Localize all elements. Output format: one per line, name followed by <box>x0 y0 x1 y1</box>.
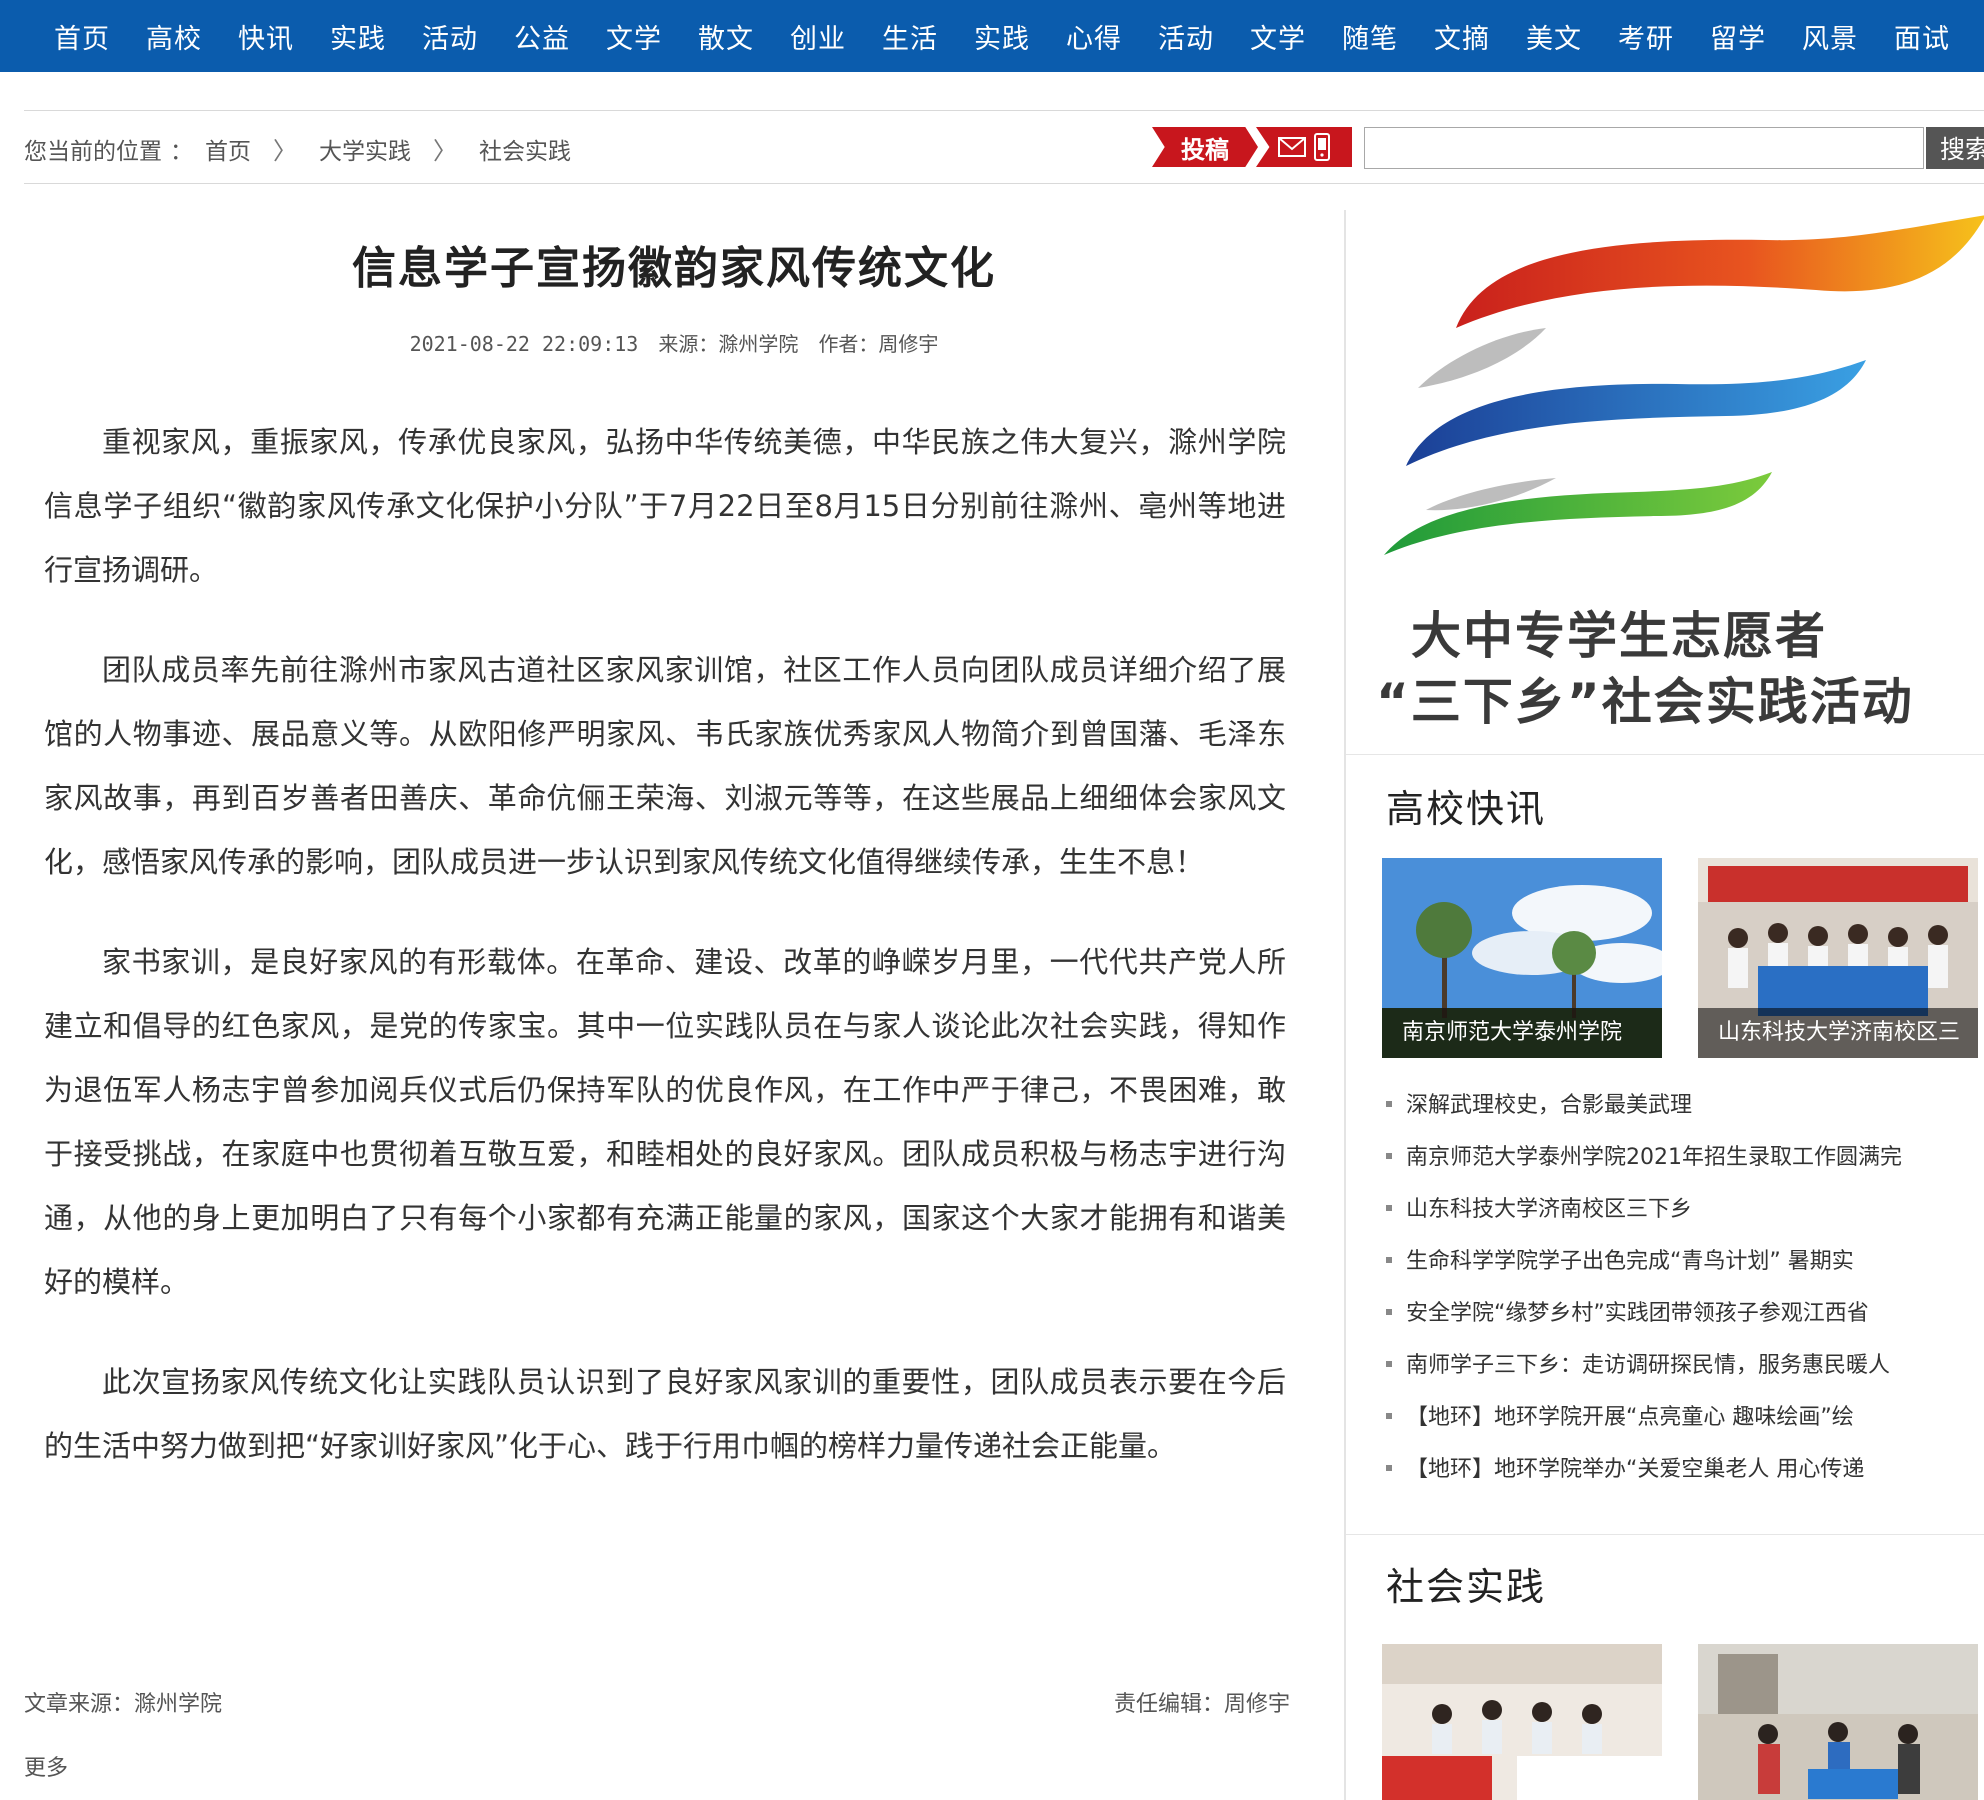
volunteer-banner[interactable]: 大中专学生志愿者 “三下乡”社会实践活动 <box>1346 210 1984 755</box>
news-section-title: 高校快讯 <box>1386 787 1547 831</box>
breadcrumb-college-practice[interactable]: 大学实践 <box>319 132 411 166</box>
breadcrumb-separator: 〉 <box>273 137 297 165</box>
footer-source: 文章来源：滁州学院 <box>24 1692 223 1717</box>
bullet-icon <box>1386 1413 1392 1419</box>
bullet-icon <box>1386 1465 1392 1471</box>
news-list-item[interactable]: 南师学子三下乡：走访调研探民情，服务惠民暖人 <box>1386 1340 1984 1392</box>
article-meta: 2021-08-22 22:09:13 来源：滁州学院 作者：周修宇 <box>24 328 1324 357</box>
submit-article-button[interactable]: 投稿 <box>1152 127 1258 167</box>
nav-item[interactable]: 快讯 <box>238 17 294 56</box>
banner-slogan-line2: “三下乡”社会实践活动 <box>1376 673 1914 731</box>
news-list: 深解武理校史，合影最美武理南京师范大学泰州学院2021年招生录取工作圆满完 山东科… <box>1386 1080 1984 1496</box>
nav-item[interactable]: 美文 <box>1526 17 1582 56</box>
nav-item[interactable]: 心得 <box>1066 17 1122 56</box>
nav-item[interactable]: 公益 <box>514 17 570 56</box>
bullet-icon <box>1386 1101 1392 1107</box>
mail-icon <box>1278 137 1306 157</box>
news-list-item[interactable]: 【地环】地环学院举办“关爱空巢老人 用心传递 <box>1386 1444 1984 1496</box>
news-list-item-label: 山东科技大学济南校区三下乡 <box>1406 1197 1693 1222</box>
nav-item[interactable]: 实践 <box>974 17 1030 56</box>
nav-item[interactable]: 活动 <box>422 17 478 56</box>
nav-item[interactable]: 文摘 <box>1434 17 1490 56</box>
practice-thumb-2[interactable] <box>1698 1644 1978 1800</box>
nav-item[interactable]: 面试 <box>1894 17 1950 56</box>
article-source: 来源：滁州学院 <box>658 332 799 356</box>
breadcrumb-home[interactable]: 首页 <box>205 132 251 166</box>
breadcrumb-prefix: 您当前的位置 <box>24 138 162 165</box>
breadcrumb-social-practice[interactable]: 社会实践 <box>479 132 571 166</box>
nav-item[interactable]: 文学 <box>1250 17 1306 56</box>
more-link[interactable]: 更多 <box>24 1750 68 1782</box>
news-list-item[interactable]: 山东科技大学济南校区三下乡 <box>1386 1184 1984 1236</box>
news-list-item[interactable]: 南京师范大学泰州学院2021年招生录取工作圆满完 <box>1386 1132 1984 1184</box>
news-list-item[interactable]: 【地环】地环学院开展“点亮童心 趣味绘画”绘 <box>1386 1392 1984 1444</box>
banner-logo-graphic <box>1384 215 1984 555</box>
article-author: 作者：周修宇 <box>818 332 939 356</box>
nav-list: 首页 高校 快讯 实践 活动 公益 文学 散文 创业 生活 实践 心得 活动 文学 随笔 文摘 美文 考研 留学 风景… <box>0 0 1984 72</box>
news-list-item-label: 深解武理校史，合影最美武理 <box>1406 1093 1693 1118</box>
banner-slogan-line1: 大中专学生志愿者 <box>1411 607 1827 665</box>
breadcrumb-bar: 您当前的位置 ： 首页 〉 大学实践 〉 社会实践 投稿 搜索 <box>24 110 1984 184</box>
news-list-item-label: 南师学子三下乡：走访调研探民情，服务惠民暖人 <box>1406 1353 1891 1378</box>
search-input[interactable] <box>1364 127 1924 169</box>
nav-item[interactable]: 考研 <box>1618 17 1674 56</box>
search-button[interactable]: 搜索 <box>1926 127 1984 169</box>
article-body: 重视家风，重振家风，传承优良家风，弘扬中华传统美德，中华民族之伟大复兴，滁州学院… <box>44 410 1286 1514</box>
nav-item[interactable]: 随笔 <box>1342 17 1398 56</box>
article-paragraph: 团队成员率先前往滁州市家风古道社区家风家训馆，社区工作人员向团队成员详细介绍了展… <box>44 653 1286 879</box>
article-date: 2021-08-22 22:09:13 <box>409 332 639 356</box>
news-thumb-caption: 山东科技大学济南校区三 <box>1698 1008 1978 1058</box>
bullet-icon <box>1386 1153 1392 1159</box>
practice-thumb-1[interactable] <box>1382 1644 1662 1800</box>
nav-item[interactable]: 生活 <box>882 17 938 56</box>
breadcrumb-colon: ： <box>170 138 193 165</box>
practice-group-photo <box>1382 1644 1662 1800</box>
news-list-item[interactable]: 生命科学学院学子出色完成“青鸟计划” 暑期实 <box>1386 1236 1984 1288</box>
bullet-icon <box>1386 1257 1392 1263</box>
breadcrumb-separator: 〉 <box>433 137 457 165</box>
news-thumb-1[interactable]: 南京师范大学泰州学院 <box>1382 858 1662 1058</box>
news-list-item[interactable]: 深解武理校史，合影最美武理 <box>1386 1080 1984 1132</box>
nav-item[interactable]: 活动 <box>1158 17 1214 56</box>
nav-item[interactable]: 高校 <box>146 17 202 56</box>
nav-item[interactable]: 文学 <box>606 17 662 56</box>
article-paragraph: 家书家训，是良好家风的有形载体。在革命、建设、改革的峥嵘岁月里，一代代共产党人所… <box>44 945 1286 1299</box>
mobile-phone-icon <box>1314 133 1330 161</box>
practice-section-title: 社会实践 <box>1386 1565 1547 1609</box>
news-list-item-label: 生命科学学院学子出色完成“青鸟计划” 暑期实 <box>1406 1249 1854 1274</box>
bullet-icon <box>1386 1361 1392 1367</box>
nav-item[interactable]: 首页 <box>54 17 110 56</box>
news-thumb-caption: 南京师范大学泰州学院 <box>1382 1008 1662 1058</box>
article-title: 信息学子宣扬徽韵家风传统文化 <box>352 243 996 294</box>
nav-item[interactable]: 创业 <box>790 17 846 56</box>
top-nav: 首页 高校 快讯 实践 活动 公益 文学 散文 创业 生活 实践 心得 活动 文学 随笔 文摘 美文 考研 留学 风景… <box>0 0 1984 72</box>
news-list-item-label: 南京师范大学泰州学院2021年招生录取工作圆满完 <box>1406 1145 1902 1170</box>
section-divider <box>1346 1534 1984 1535</box>
breadcrumb: 您当前的位置 ： 首页 〉 大学实践 〉 社会实践 <box>24 131 571 166</box>
bullet-icon <box>1386 1205 1392 1211</box>
bullet-icon <box>1386 1309 1392 1315</box>
news-list-item-label: 安全学院“缘梦乡村”实践团带领孩子参观江西省 <box>1406 1301 1869 1326</box>
nav-item[interactable]: 风景 <box>1802 17 1858 56</box>
footer-editor: 责任编辑：周修宇 <box>1114 1692 1291 1717</box>
practice-outdoor-photo <box>1698 1644 1978 1800</box>
nav-item[interactable]: 实践 <box>330 17 386 56</box>
news-thumb-2[interactable]: 山东科技大学济南校区三 <box>1698 858 1978 1058</box>
contact-button[interactable] <box>1256 127 1352 167</box>
nav-item[interactable]: 散文 <box>698 17 754 56</box>
news-list-item-label: 【地环】地环学院举办“关爱空巢老人 用心传递 <box>1406 1457 1865 1482</box>
nav-item[interactable]: 留学 <box>1710 17 1766 56</box>
article-paragraph: 重视家风，重振家风，传承优良家风，弘扬中华传统美德，中华民族之伟大复兴，滁州学院… <box>44 425 1286 587</box>
news-list-item-label: 【地环】地环学院开展“点亮童心 趣味绘画”绘 <box>1406 1405 1854 1430</box>
article-paragraph: 此次宣扬家风传统文化让实践队员认识到了良好家风家训的重要性，团队成员表示要在今后… <box>44 1365 1286 1463</box>
news-list-item[interactable]: 安全学院“缘梦乡村”实践团带领孩子参观江西省 <box>1386 1288 1984 1340</box>
